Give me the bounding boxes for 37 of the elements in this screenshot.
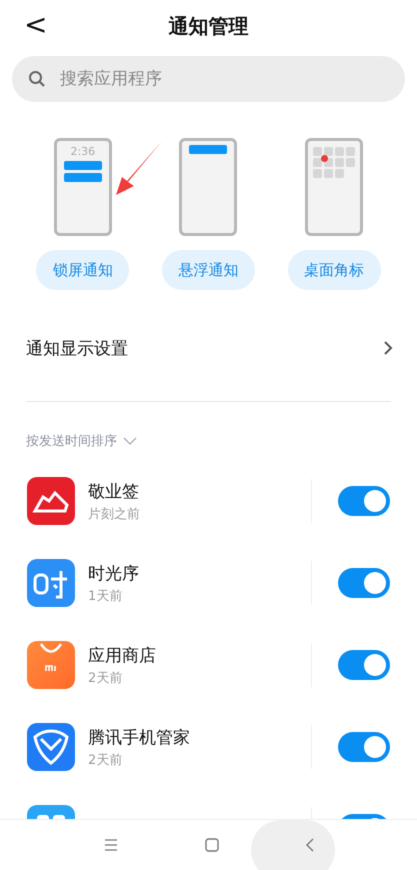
search-input[interactable]: 搜索应用程序: [58, 68, 389, 90]
page-title: 通知管理: [168, 12, 248, 40]
notification-style-button[interactable]: 悬浮通知: [162, 250, 255, 290]
app-name: 应用商店: [88, 644, 157, 666]
app-icon: [27, 723, 75, 771]
toggle-switch[interactable]: [338, 486, 390, 516]
notification-bar: [189, 145, 228, 154]
back-icon[interactable]: [306, 838, 314, 852]
app-name: 时光序: [88, 562, 140, 584]
home-icon[interactable]: [204, 838, 218, 852]
app-name: 腾讯手机管家: [88, 726, 191, 748]
notification-style-button[interactable]: 桌面角标: [288, 250, 381, 290]
clock-text: 2:36: [70, 145, 96, 158]
menu-icon[interactable]: [104, 839, 118, 851]
app-time: 1天前: [88, 588, 124, 604]
app-name: 敬业签: [88, 480, 140, 502]
back-button[interactable]: <: [18, 8, 54, 41]
settings-label: 通知显示设置: [26, 338, 128, 360]
notification-style-button[interactable]: 锁屏通知: [36, 250, 130, 290]
toggle-switch[interactable]: [338, 732, 390, 762]
notification-bar: [64, 161, 102, 170]
app-time: 片刻之前: [88, 506, 141, 522]
chevron-right-icon: [383, 340, 393, 356]
chevron-down-icon: [123, 437, 137, 445]
app-time: 2天前: [88, 752, 124, 768]
sort-label[interactable]: 按发送时间排序: [26, 432, 117, 450]
toggle-switch[interactable]: [338, 568, 390, 598]
app-grid-drawing: [313, 147, 356, 178]
settings-row[interactable]: 通知显示设置: [0, 318, 417, 378]
app-icon: [27, 559, 75, 607]
notification-bar: [64, 173, 102, 182]
app-icon: [27, 477, 75, 525]
app-time: 2天前: [88, 670, 124, 686]
search-field[interactable]: 搜索应用程序: [12, 56, 405, 102]
app-icon: [27, 641, 75, 689]
search-icon: [28, 70, 46, 88]
toggle-switch[interactable]: [338, 650, 390, 680]
